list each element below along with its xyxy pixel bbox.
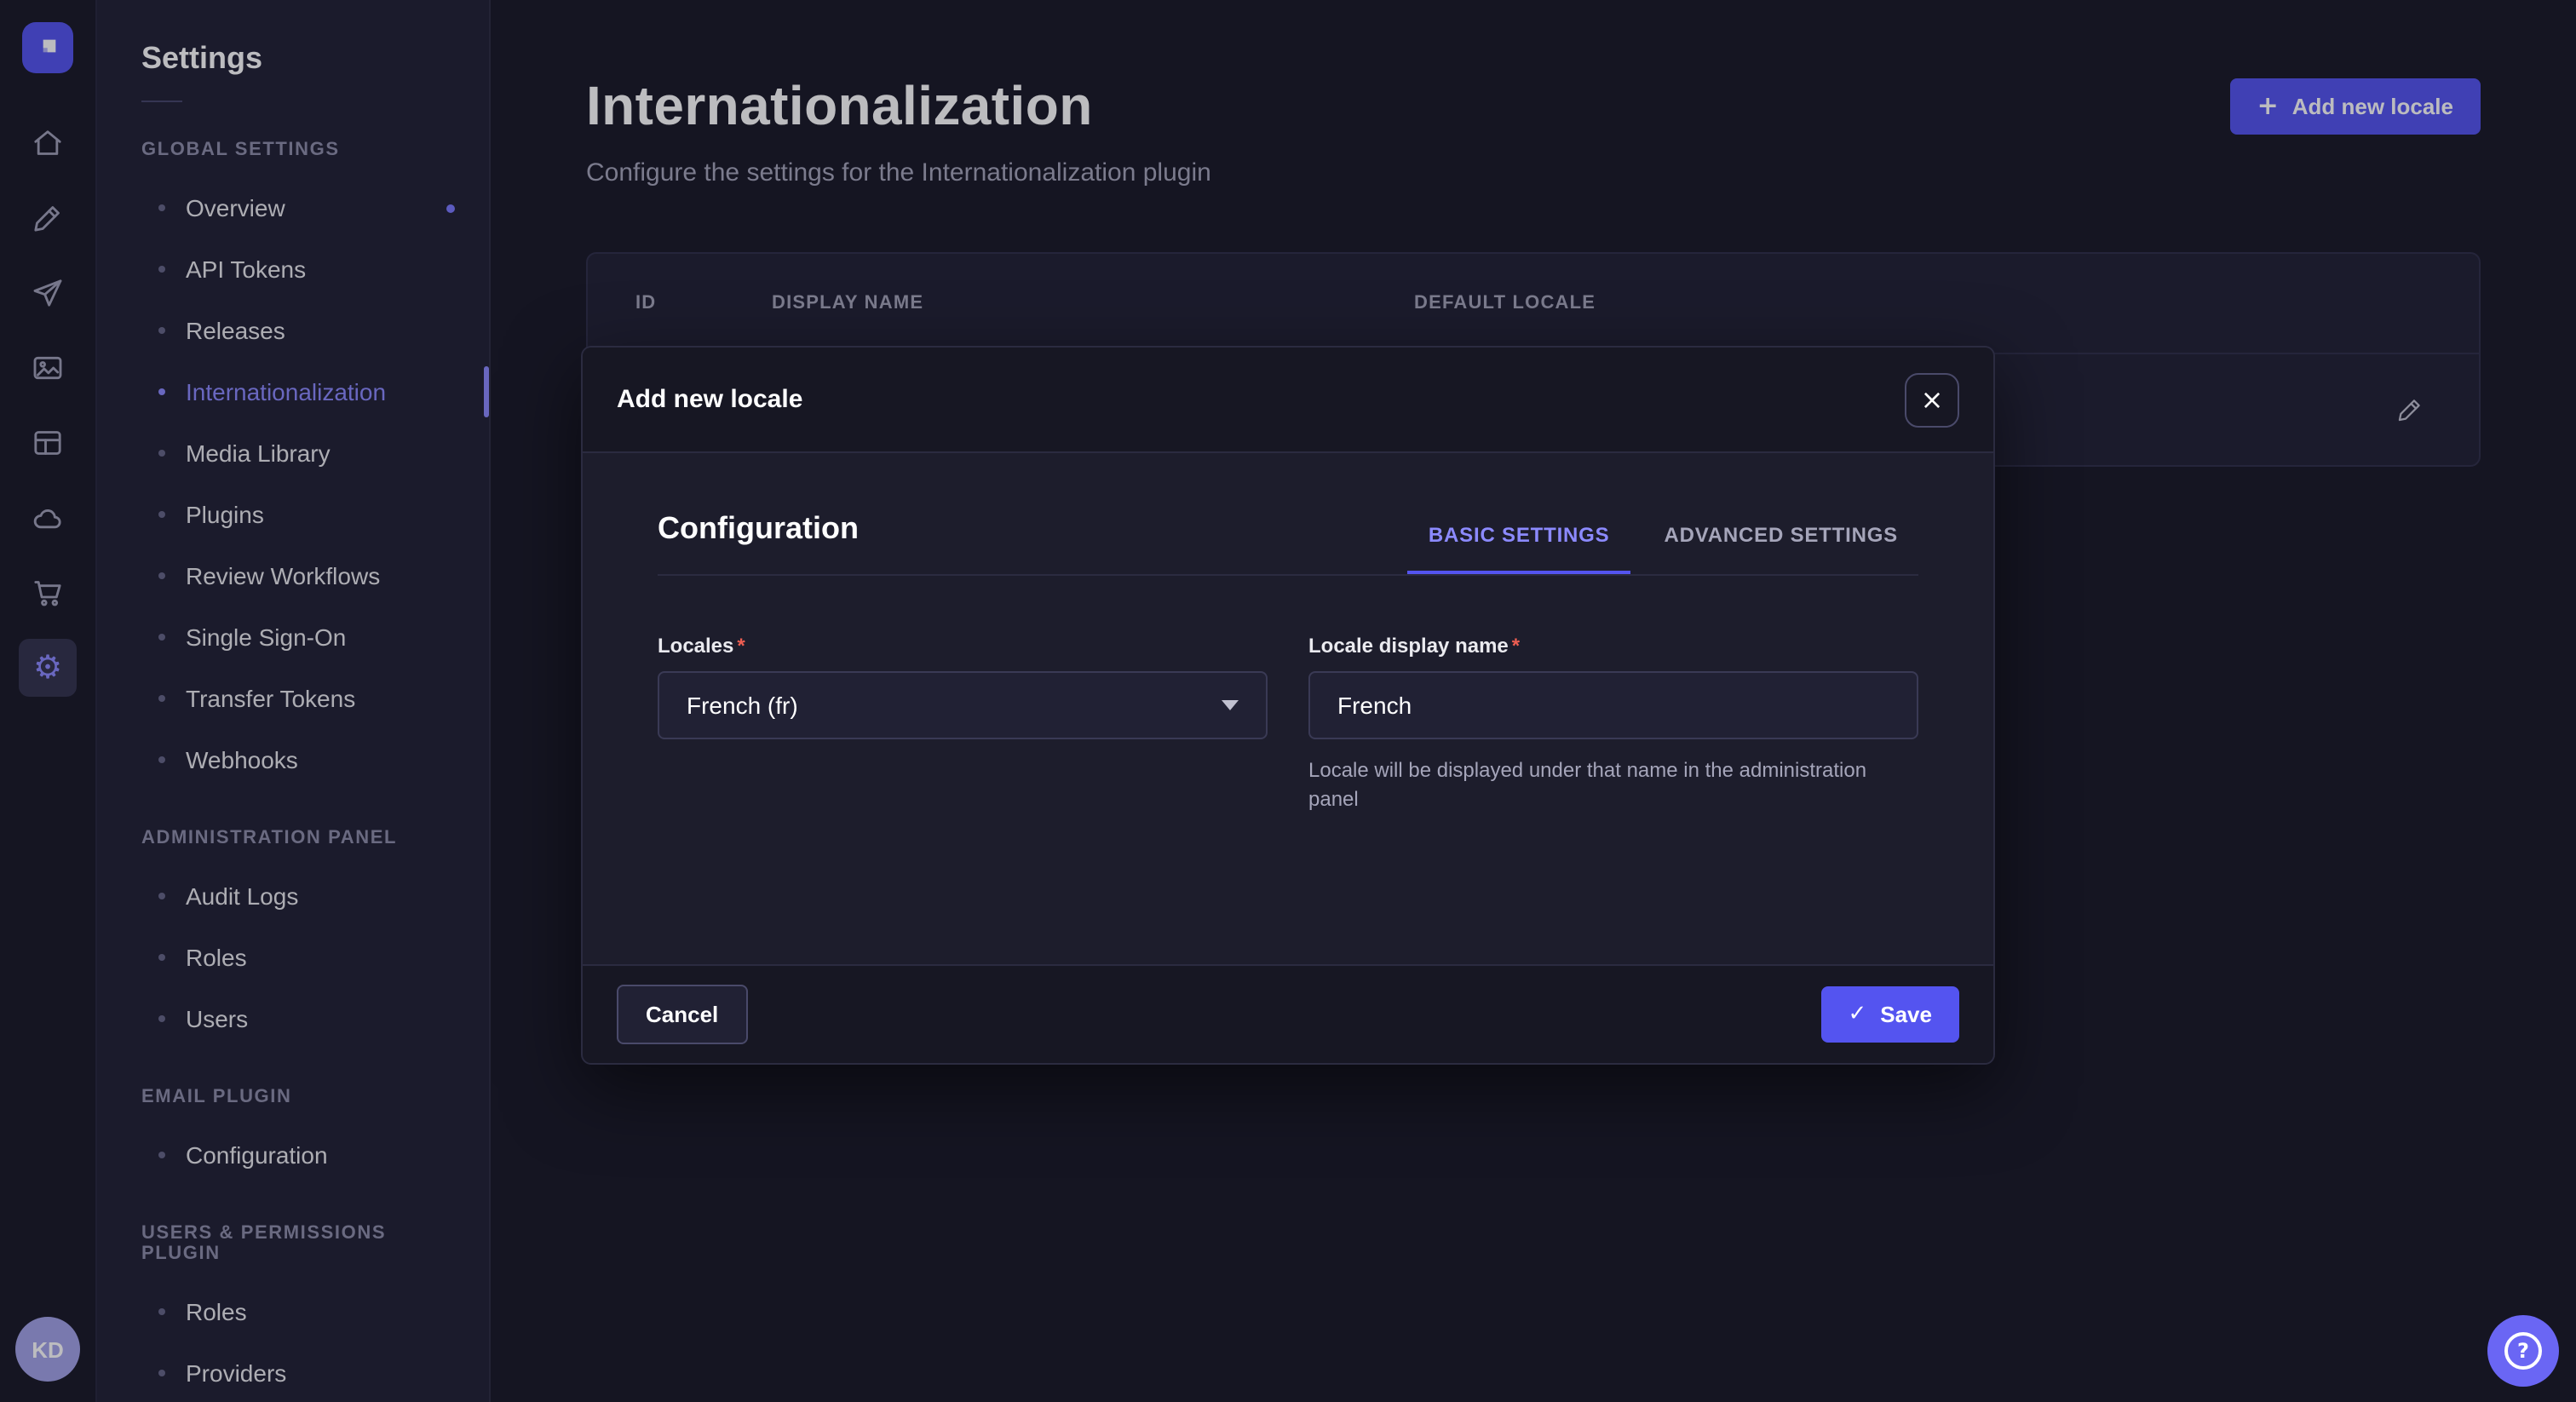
question-mark-icon: ? — [2504, 1332, 2542, 1370]
display-name-label-text: Locale display name — [1308, 634, 1509, 658]
required-asterisk: * — [737, 634, 745, 658]
check-icon: ✓ — [1848, 1003, 1866, 1026]
chevron-down-icon — [1222, 700, 1239, 710]
save-button[interactable]: ✓ Save — [1820, 986, 1959, 1043]
display-name-label: Locale display name* — [1308, 634, 1918, 658]
cancel-button[interactable]: Cancel — [617, 985, 747, 1044]
app-window: ⚙ KD Settings GLOBAL SETTINGS Overview A… — [0, 0, 2576, 1402]
required-asterisk: * — [1512, 634, 1520, 658]
modal-title: Add new locale — [617, 385, 802, 414]
display-name-field: Locale display name* Locale will be disp… — [1308, 634, 1918, 816]
configuration-title: Configuration — [658, 511, 859, 574]
close-icon[interactable]: × — [1905, 372, 1959, 427]
modal-header: Add new locale × — [583, 348, 1993, 453]
locales-select[interactable]: French (fr) — [658, 671, 1268, 739]
modal-body: Configuration BASIC SETTINGS ADVANCED SE… — [583, 453, 1993, 964]
display-name-hint: Locale will be displayed under that name… — [1308, 756, 1918, 816]
save-button-label: Save — [1880, 1002, 1932, 1027]
modal-footer: Cancel ✓ Save — [583, 964, 1993, 1063]
help-button[interactable]: ? — [2487, 1315, 2559, 1387]
locale-display-name-input[interactable] — [1308, 671, 1918, 739]
settings-tabs: BASIC SETTINGS ADVANCED SETTINGS — [1408, 523, 1918, 574]
locales-field: Locales* French (fr) — [658, 634, 1268, 816]
tab-basic-settings[interactable]: BASIC SETTINGS — [1408, 523, 1630, 574]
locales-label-text: Locales — [658, 634, 733, 658]
configuration-header-row: Configuration BASIC SETTINGS ADVANCED SE… — [658, 511, 1918, 576]
locales-label: Locales* — [658, 634, 1268, 658]
tab-advanced-settings[interactable]: ADVANCED SETTINGS — [1643, 523, 1918, 574]
add-locale-modal: Add new locale × Configuration BASIC SET… — [581, 346, 1995, 1065]
locales-select-value: French (fr) — [687, 692, 798, 719]
locale-form: Locales* French (fr) Locale display name… — [658, 634, 1918, 816]
